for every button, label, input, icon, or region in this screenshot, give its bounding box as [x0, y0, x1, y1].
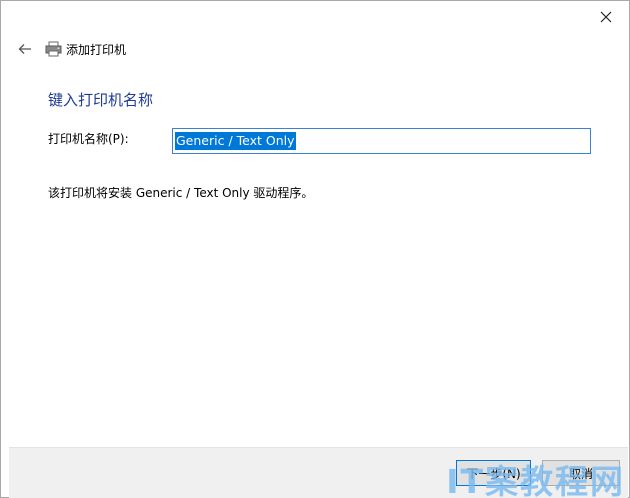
printer-name-input[interactable]: Generic / Text Only: [172, 128, 591, 154]
driver-note: 该打印机将安装 Generic / Text Only 驱动程序。: [48, 186, 314, 200]
window-title: 添加打印机: [66, 42, 127, 57]
back-arrow-icon: [18, 40, 32, 59]
dialog-header: 添加打印机: [15, 39, 126, 59]
dialog-footer: 下一步(N) 取消: [9, 447, 628, 498]
next-button[interactable]: 下一步(N): [456, 460, 531, 486]
back-button[interactable]: [15, 39, 35, 59]
page-heading: 键入打印机名称: [48, 91, 154, 109]
printer-name-value: Generic / Text Only: [175, 132, 296, 150]
printer-icon: [44, 40, 62, 58]
cancel-button[interactable]: 取消: [542, 460, 620, 486]
close-icon: [600, 8, 612, 27]
close-button[interactable]: [591, 5, 621, 29]
printer-name-label: 打印机名称(P):: [48, 132, 129, 146]
add-printer-dialog: 添加打印机 键入打印机名称 打印机名称(P): Generic / Text O…: [0, 0, 630, 498]
